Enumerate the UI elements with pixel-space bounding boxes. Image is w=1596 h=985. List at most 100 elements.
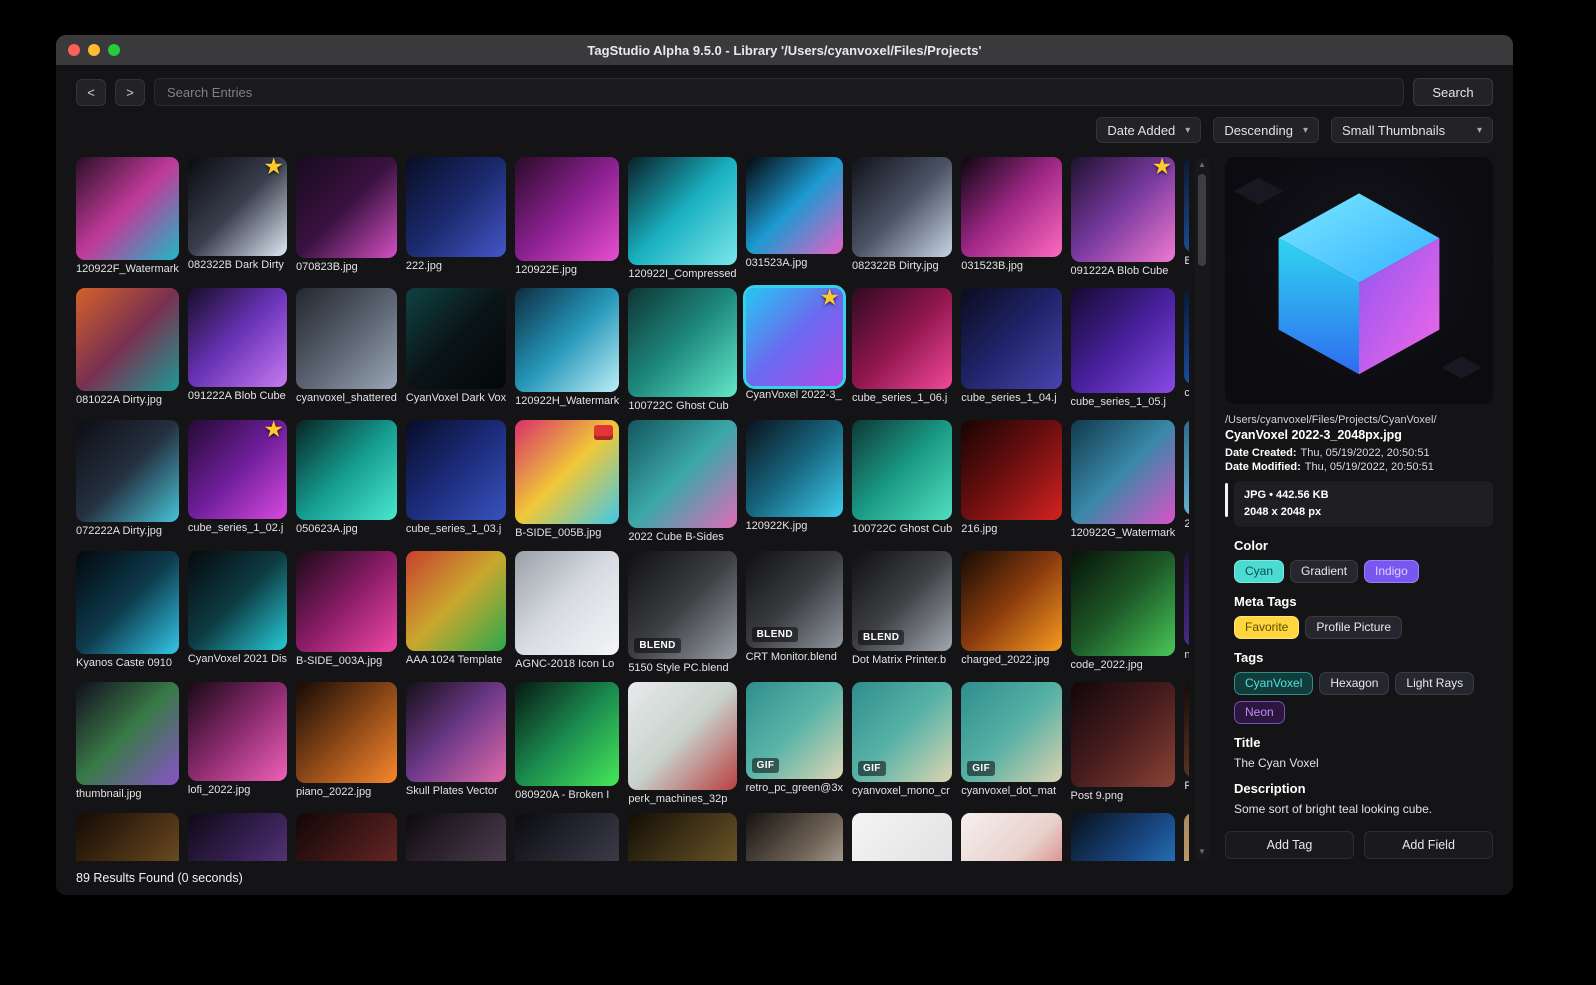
grid-item-thumbnail[interactable] (1184, 288, 1189, 384)
tag-pill[interactable]: Profile Picture (1305, 616, 1403, 640)
grid-item[interactable]: cube_series_1_03.j (405, 419, 507, 543)
grid-item-thumbnail[interactable] (628, 419, 737, 528)
back-button[interactable]: < (76, 78, 106, 106)
grid-item-thumbnail[interactable] (1070, 550, 1176, 656)
minimize-window-button[interactable] (88, 44, 100, 56)
grid-item[interactable]: 100722C Ghost Cub (628, 288, 737, 412)
grid-item[interactable]: 120922K.jpg (745, 419, 843, 543)
grid-item[interactable]: Post 9.png (1070, 682, 1176, 805)
grid-item[interactable]: BLEND 5150 Style PC.blend (628, 550, 737, 674)
grid-item-thumbnail[interactable] (76, 419, 179, 523)
grid-item-thumbnail[interactable]: GIF (961, 682, 1062, 783)
grid-item-thumbnail[interactable] (405, 288, 507, 389)
grid-item-thumbnail[interactable] (295, 682, 397, 783)
grid-item[interactable]: BLEND Dot Matrix Printer.b (851, 550, 953, 674)
grid-item[interactable]: Post 1.png (295, 813, 397, 861)
grid-item-thumbnail[interactable] (851, 157, 953, 258)
grid-item-thumbnail[interactable]: ★ (187, 157, 287, 257)
grid-item[interactable]: piano_2022.jpg (295, 682, 397, 805)
grid-item-thumbnail[interactable] (76, 682, 179, 785)
grid-item[interactable]: BLEND CRT Monitor.blend (745, 550, 843, 674)
add-field-button[interactable]: Add Field (1364, 831, 1493, 859)
grid-item-thumbnail[interactable] (745, 813, 843, 861)
grid-item-thumbnail[interactable] (851, 288, 953, 389)
grid-item[interactable]: MP4containers_v3.mp4 (1070, 813, 1176, 861)
grid-item-thumbnail[interactable] (1184, 813, 1189, 861)
grid-item-thumbnail[interactable]: ★ (742, 285, 846, 389)
grid-item[interactable]: 216.jpg (961, 419, 1062, 543)
grid-item[interactable]: 120922G_Watermark (1070, 419, 1176, 543)
grid-item[interactable]: printed color card i (1184, 813, 1189, 861)
grid-item-thumbnail[interactable]: BLEND (628, 550, 737, 659)
grid-item[interactable]: GIF cyanvoxel_mono_cr (851, 682, 953, 805)
grid-item-thumbnail[interactable] (628, 813, 737, 861)
grid-item-thumbnail[interactable] (961, 157, 1062, 258)
grid-item[interactable]: ★ cube_series_1_02.j (187, 419, 287, 543)
tag-pill[interactable]: CyanVoxel (1234, 672, 1314, 696)
grid-item-thumbnail[interactable] (515, 288, 620, 393)
zoom-window-button[interactable] (108, 44, 120, 56)
grid-item[interactable]: cube_series_1_05.j (1070, 288, 1176, 411)
tag-pill[interactable]: Gradient (1290, 560, 1359, 584)
grid-item-thumbnail[interactable] (76, 157, 179, 260)
grid-item-thumbnail[interactable] (187, 550, 287, 650)
search-button[interactable]: Search (1413, 78, 1493, 106)
grid-item-thumbnail[interactable] (745, 157, 843, 255)
grid-item-thumbnail[interactable] (1070, 682, 1176, 787)
grid-item[interactable]: Modifiers Sheet A v (851, 813, 953, 861)
titlebar[interactable]: TagStudio Alpha 9.5.0 - Library '/Users/… (56, 35, 1513, 65)
grid-item[interactable]: cube_series_1_01.j (1184, 288, 1189, 411)
grid-item[interactable]: 072222A Dirty.jpg (76, 419, 179, 543)
grid-item-thumbnail[interactable] (295, 550, 397, 652)
grid-item-thumbnail[interactable] (405, 157, 507, 258)
grid-item[interactable]: 050623A.jpg (295, 419, 397, 543)
grid-item-thumbnail[interactable] (851, 419, 953, 520)
scrollbar-thumb[interactable] (1198, 174, 1206, 266)
grid-item-thumbnail[interactable] (515, 157, 620, 262)
grid-item-thumbnail[interactable] (295, 813, 397, 861)
sort-order-dropdown[interactable]: Descending ▾ (1213, 117, 1319, 143)
grid-item[interactable]: cyanvoxel_shattered (295, 288, 397, 411)
grid-item[interactable]: Post 6.png (628, 813, 737, 861)
tag-pill[interactable]: Favorite (1234, 616, 1300, 640)
grid-item[interactable]: Post 5.png (745, 813, 843, 861)
grid-item[interactable]: 031523B.jpg (961, 157, 1062, 280)
grid-item-thumbnail[interactable] (76, 288, 179, 392)
grid-item-thumbnail[interactable] (851, 813, 953, 861)
grid-item[interactable]: new-oldies_2022.jp (1184, 550, 1189, 674)
grid-item-thumbnail[interactable] (515, 813, 620, 861)
tag-pill[interactable]: Cyan (1234, 560, 1285, 584)
grid-item[interactable]: cube_series_1_06.j (851, 288, 953, 411)
grid-item-thumbnail[interactable] (961, 813, 1062, 861)
grid-item-thumbnail[interactable] (405, 813, 507, 861)
grid-item[interactable]: 2022 Cube B-Sides (628, 419, 737, 543)
grid-item[interactable]: DigItUp_050621A_S (961, 813, 1062, 861)
grid-item[interactable]: CyanVoxel Dark Vox (405, 288, 507, 411)
grid-item[interactable]: perk_machines_32p (628, 682, 737, 805)
grid-item-thumbnail[interactable]: GIF (745, 682, 843, 780)
grid-item[interactable]: charged_2022.jpg (961, 550, 1062, 674)
grid-item-thumbnail[interactable] (745, 419, 843, 517)
scroll-down-icon[interactable]: ▼ (1198, 847, 1206, 858)
grid-item[interactable]: 120922I_Compressed (628, 157, 737, 280)
tag-pill[interactable]: Indigo (1364, 560, 1419, 584)
tag-pill[interactable]: Light Rays (1395, 672, 1475, 696)
grid-item[interactable]: Kyanos Caste 0910 (76, 550, 179, 674)
grid-item-thumbnail[interactable] (1184, 157, 1189, 253)
grid-scrollbar[interactable]: ▲ ▼ (1195, 157, 1209, 861)
thumbnail-size-dropdown[interactable]: Small Thumbnails ▾ (1331, 117, 1493, 143)
grid-item-thumbnail[interactable] (1184, 682, 1189, 778)
grid-item-thumbnail[interactable]: BLEND (745, 550, 843, 649)
grid-item[interactable]: B-SIDE_005B.jpg (515, 419, 620, 543)
grid-item-thumbnail[interactable] (187, 288, 287, 388)
grid-item[interactable]: cube_series_1_04.j (961, 288, 1062, 411)
grid-item-thumbnail[interactable] (76, 813, 179, 861)
grid-item[interactable]: thumbnail.jpg (76, 682, 179, 805)
tag-pill[interactable]: Hexagon (1319, 672, 1390, 696)
grid-item[interactable]: lofi_2022.jpg (187, 682, 287, 805)
grid-item[interactable]: 081022A Dirty.jpg (76, 288, 179, 411)
grid-item[interactable]: ★ 082322B Dark Dirty (187, 157, 287, 280)
grid-item[interactable]: Post 3.png (515, 813, 620, 861)
grid-item[interactable]: B-SIDE_003A.jpg (295, 550, 397, 674)
grid-item-thumbnail[interactable] (961, 288, 1062, 389)
